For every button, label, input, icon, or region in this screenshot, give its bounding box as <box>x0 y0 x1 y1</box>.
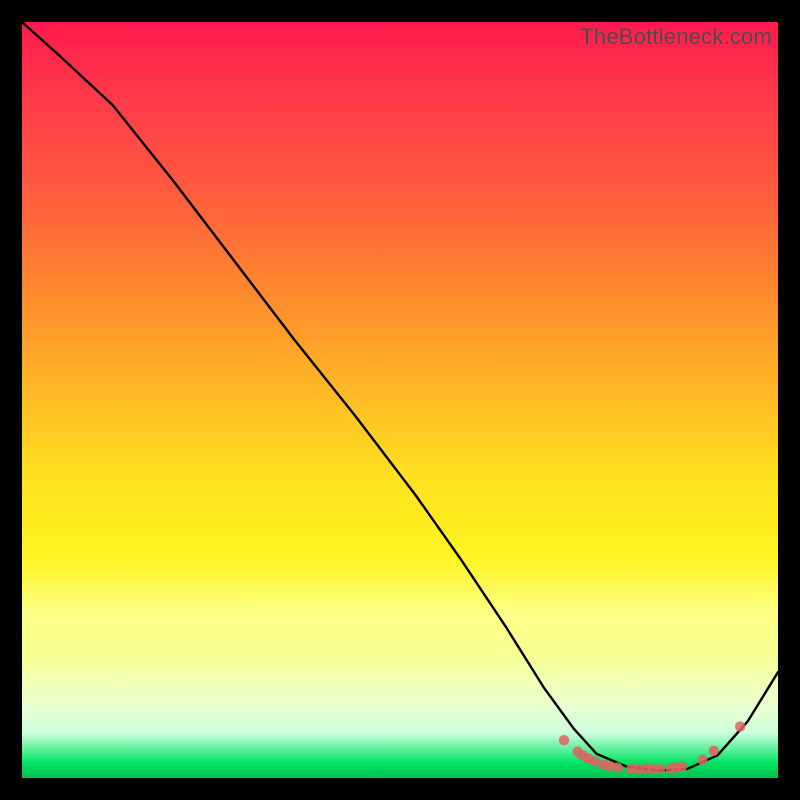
marker-dot <box>559 735 569 745</box>
marker-dot <box>677 761 687 771</box>
plot-area: TheBottleneck.com <box>22 22 778 778</box>
chart-stage: TheBottleneck.com <box>0 0 800 800</box>
marker-dot <box>735 721 745 731</box>
watermark-text: TheBottleneck.com <box>580 24 772 50</box>
marker-dot <box>697 755 707 765</box>
marker-dot <box>655 764 665 774</box>
marker-dot <box>709 746 719 756</box>
marker-dot <box>613 762 623 772</box>
bottleneck-curve <box>22 22 778 770</box>
curve-overlay <box>22 22 778 778</box>
optimal-zone-dots <box>559 721 746 774</box>
